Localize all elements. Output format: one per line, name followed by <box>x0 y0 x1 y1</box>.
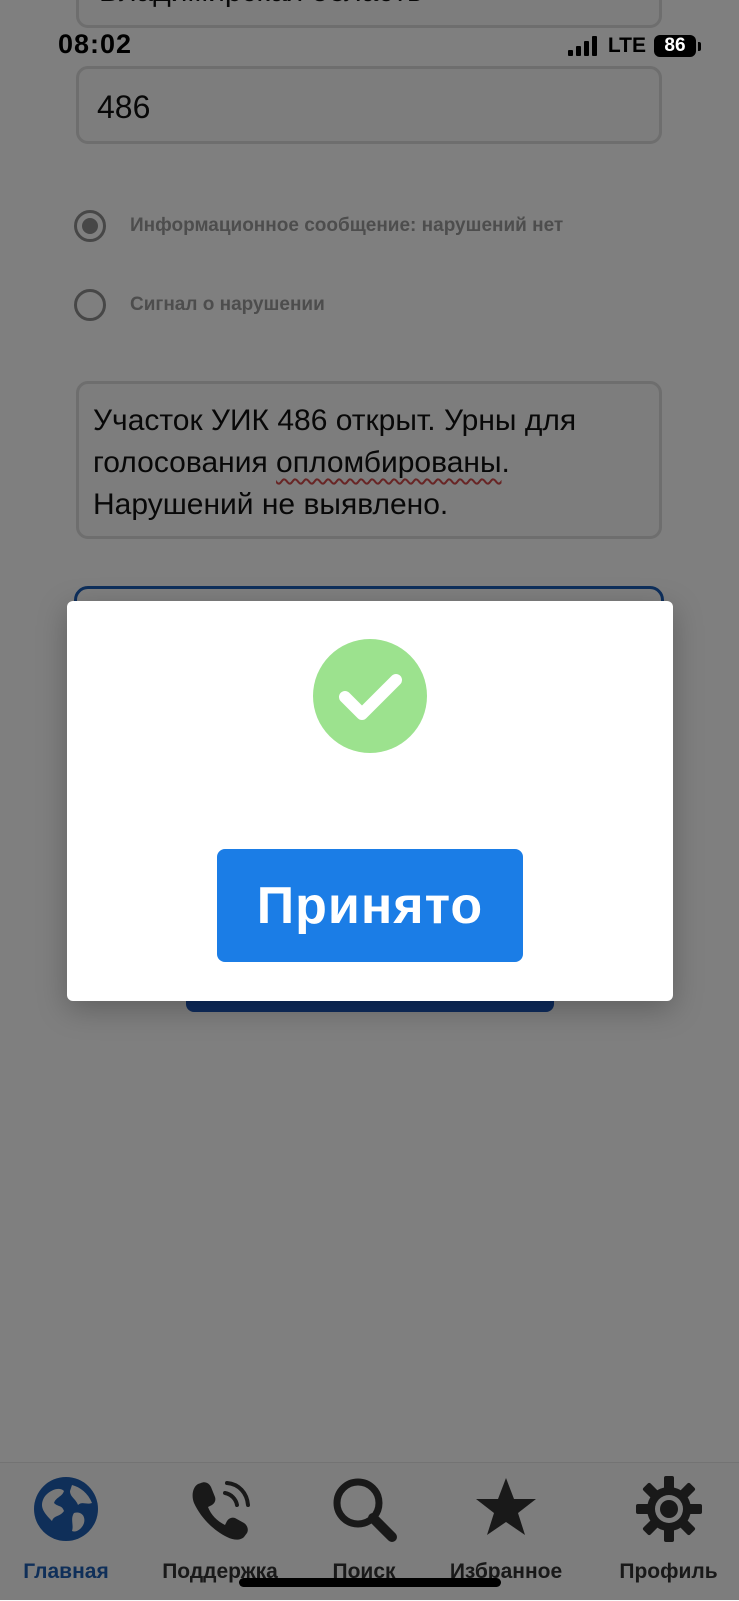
accept-button[interactable]: Принято <box>217 849 523 962</box>
status-indicators: LTE 86 <box>567 32 701 60</box>
battery-icon: 86 <box>654 35 696 57</box>
signal-icon <box>567 36 600 56</box>
status-time: 08:02 <box>58 29 133 59</box>
network-type: LTE <box>607 34 646 57</box>
battery-nub <box>698 41 701 51</box>
checkmark-success-icon <box>313 639 427 753</box>
success-dialog: Принято <box>67 601 673 1001</box>
checkmark-icon <box>339 674 402 720</box>
